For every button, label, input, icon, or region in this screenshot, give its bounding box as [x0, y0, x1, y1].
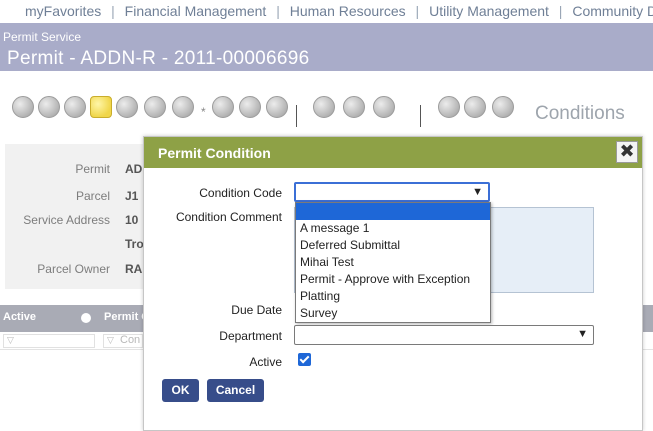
nav-human-resources[interactable]: Human Resources	[290, 3, 406, 19]
nav-separator: |	[276, 3, 280, 19]
report-icon[interactable]	[313, 96, 335, 118]
due-date-label: Due Date	[231, 303, 282, 317]
detail-label-service-address: Service Address	[23, 213, 110, 227]
nav-community-development[interactable]: Community Development	[572, 3, 653, 19]
condition-code-select[interactable]: ▼	[294, 182, 490, 202]
edit-icon[interactable]	[116, 96, 138, 118]
detail-label-parcel: Parcel	[75, 189, 110, 203]
money-person-icon[interactable]	[438, 96, 460, 118]
no-entry-icon[interactable]	[172, 96, 194, 118]
section-name: Permit Service	[3, 30, 82, 44]
dialog-header: Permit Condition ✖	[144, 137, 642, 168]
department-label: Department	[219, 329, 282, 343]
chevron-down-icon: ▼	[472, 186, 483, 198]
toolbar-divider	[420, 105, 421, 127]
filter-cell-active[interactable]	[3, 334, 95, 348]
dropdown-option[interactable]: Survey	[296, 305, 490, 322]
detail-value-service-address: 10	[125, 213, 139, 227]
search-map-icon[interactable]	[239, 96, 261, 118]
detail-label-permit: Permit	[75, 162, 110, 176]
dialog-title: Permit Condition	[158, 145, 271, 161]
cancel-button[interactable]: Cancel	[207, 379, 264, 402]
top-navigation: myFavorites | Financial Management | Hum…	[0, 0, 653, 23]
nav-utility-management[interactable]: Utility Management	[429, 3, 549, 19]
toolbar: * Conditions	[0, 93, 653, 129]
contact-icon[interactable]	[144, 96, 166, 118]
close-button[interactable]: ✖	[616, 141, 638, 163]
gear-icon[interactable]	[81, 313, 91, 323]
dropdown-option[interactable]: Mihai Test	[296, 254, 490, 271]
person-icon[interactable]	[38, 96, 60, 118]
close-icon: ✖	[619, 141, 635, 161]
fee-icon[interactable]	[64, 96, 86, 118]
page-header: Permit Service Permit - ADDN-R - 2011-00…	[0, 23, 653, 71]
permit-condition-dialog: Permit Condition ✖ Condition Code ▼ Cond…	[143, 136, 643, 431]
nav-separator: |	[415, 3, 420, 19]
section-label: Conditions	[535, 103, 625, 124]
document-icon[interactable]	[212, 96, 234, 118]
info-icon[interactable]	[12, 96, 34, 118]
inspection-icon[interactable]	[90, 96, 112, 118]
detail-value-parcel-owner: RA	[125, 262, 143, 276]
home-icon[interactable]	[373, 96, 395, 118]
nav-separator: |	[558, 3, 563, 19]
ok-button[interactable]: OK	[162, 379, 199, 402]
dropdown-option[interactable]: Deferred Submittal	[296, 237, 490, 254]
page-title: Permit - ADDN-R - 2011-00006696	[7, 48, 310, 69]
filter-icon[interactable]: ▽	[107, 335, 114, 346]
toolbar-marker: *	[201, 105, 206, 119]
dropdown-option[interactable]: Permit - Approve with Exception	[296, 271, 490, 288]
active-checkbox[interactable]	[298, 353, 311, 366]
print-icon[interactable]	[492, 96, 514, 118]
chevron-down-icon: ▼	[577, 328, 588, 340]
people-icon[interactable]	[266, 96, 288, 118]
condition-code-dropdown[interactable]: A message 1 Deferred Submittal Mihai Tes…	[295, 202, 491, 323]
department-select[interactable]: ▼	[294, 325, 594, 345]
dropdown-option[interactable]: Platting	[296, 288, 490, 305]
detail-value-permit: AD	[125, 162, 143, 176]
detail-value-parcel: J1	[125, 189, 139, 203]
nav-financial-management[interactable]: Financial Management	[125, 3, 267, 19]
detail-value-address-line2: Tro	[125, 237, 144, 251]
detail-label-parcel-owner: Parcel Owner	[37, 262, 110, 276]
condition-comment-label: Condition Comment	[175, 210, 282, 224]
dropdown-option-blank[interactable]	[296, 203, 490, 220]
link-icon[interactable]	[464, 96, 486, 118]
condition-code-label: Condition Code	[199, 186, 282, 200]
filter-placeholder: Con	[120, 334, 141, 346]
column-active[interactable]: Active	[3, 311, 36, 323]
filter-icon[interactable]: ▽	[7, 335, 14, 346]
toolbar-divider	[296, 105, 297, 127]
nav-my-favorites[interactable]: myFavorites	[25, 3, 101, 19]
nav-separator: |	[111, 3, 115, 19]
active-label: Active	[249, 355, 282, 369]
scope-icon[interactable]	[343, 96, 365, 118]
dropdown-option[interactable]: A message 1	[296, 220, 490, 237]
